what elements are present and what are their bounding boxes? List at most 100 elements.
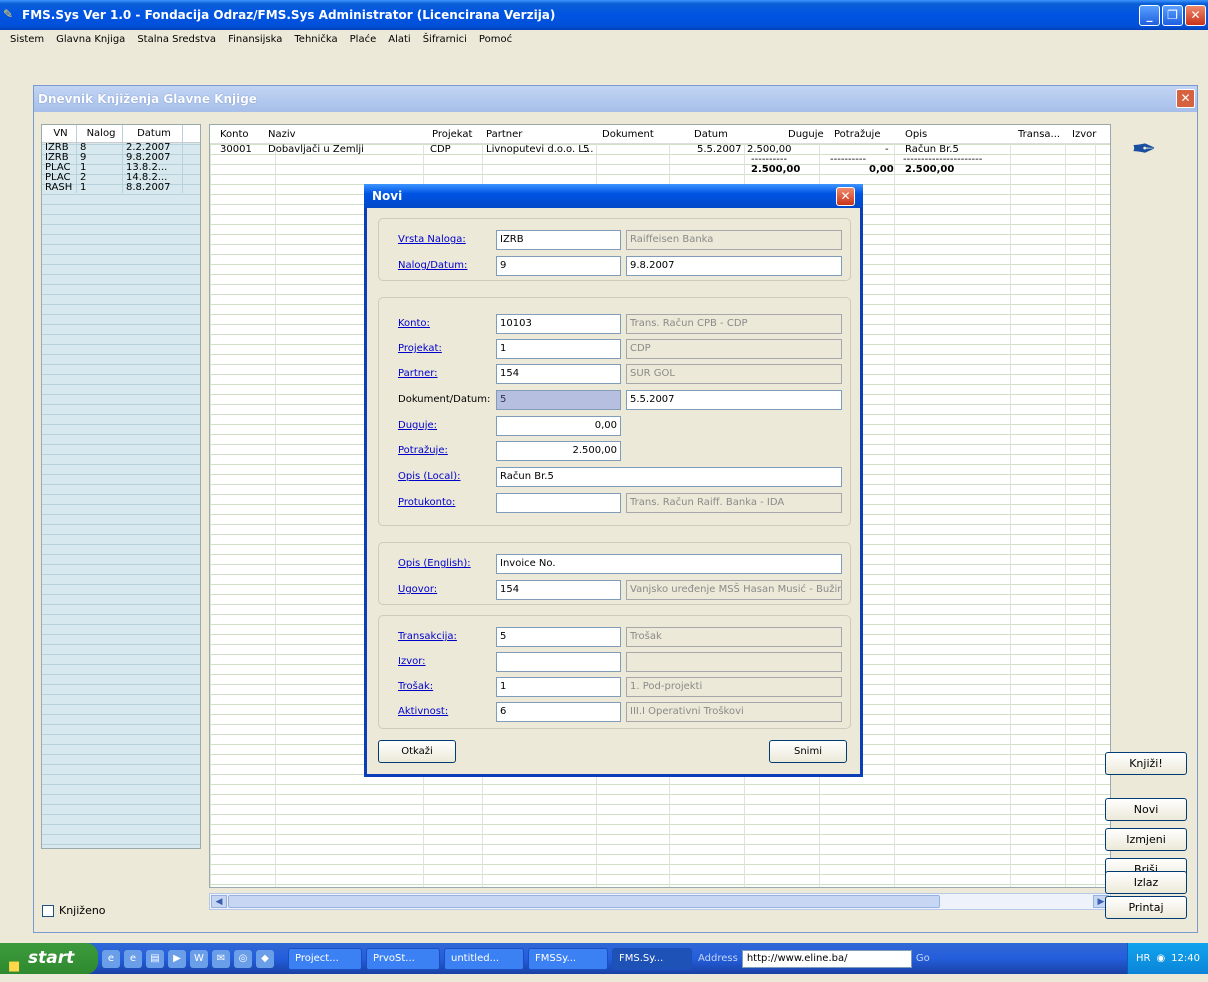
ugovor-input[interactable]: 154 [496, 580, 621, 600]
menu-sifrarnici[interactable]: Šifrarnici [417, 30, 473, 50]
horizontal-scrollbar[interactable]: ◀ ▶ [209, 893, 1111, 910]
label-ugovor[interactable]: Ugovor: [398, 583, 437, 597]
menu-pomoc[interactable]: Pomoć [473, 30, 518, 50]
col-opis[interactable]: Opis [905, 125, 927, 144]
label-partner[interactable]: Partner: [398, 367, 438, 381]
label-projekat[interactable]: Projekat: [398, 342, 442, 356]
close-button[interactable]: ✕ [1185, 5, 1206, 26]
task-untitled[interactable]: untitled... [444, 947, 524, 970]
order-list-header: VN Nalog Datum [42, 125, 200, 143]
vrsta-naloga-input[interactable]: IZRB [496, 230, 621, 250]
dokument-input[interactable]: 5 [496, 390, 621, 410]
knjizeno-checkbox-wrap[interactable]: Knjiženo [42, 904, 106, 917]
col-izvor[interactable]: Izvor [1072, 125, 1096, 144]
media-icon[interactable]: ▶ [168, 949, 186, 968]
knjizi-button[interactable]: Knjiži! [1105, 752, 1187, 775]
menu-alati[interactable]: Alati [382, 30, 416, 50]
col-nalog[interactable]: Nalog [77, 125, 123, 142]
order-row[interactable]: PLAC 2 14.8.2... [42, 173, 200, 183]
dokument-datum-input[interactable]: 5.5.2007 [626, 390, 842, 410]
konto-input[interactable]: 10103 [496, 314, 621, 334]
izvor-input[interactable] [496, 652, 621, 672]
opis-english-input[interactable]: Invoice No. [496, 554, 842, 574]
label-opis-english[interactable]: Opis (English): [398, 557, 471, 571]
language-indicator[interactable]: HR [1136, 953, 1150, 964]
label-transakcija[interactable]: Transakcija: [398, 630, 457, 644]
otkazi-button[interactable]: Otkaži [378, 740, 456, 763]
folder-icon[interactable]: ▤ [146, 949, 164, 968]
opis-local-input[interactable]: Račun Br.5 [496, 467, 842, 487]
protukonto-input[interactable] [496, 493, 621, 513]
label-vrsta-naloga[interactable]: Vrsta Naloga: [398, 233, 466, 247]
minimize-button[interactable]: _ [1139, 5, 1160, 26]
novi-button[interactable]: Novi [1105, 798, 1187, 821]
start-button[interactable]: ■ start [0, 943, 98, 974]
label-aktivnost[interactable]: Aktivnost: [398, 705, 448, 719]
order-row[interactable]: RASH 1 8.8.2007 [42, 183, 200, 193]
knjizeno-checkbox[interactable] [42, 904, 54, 917]
col-partner[interactable]: Partner [486, 125, 522, 144]
col-transakcija[interactable]: Transa... [1018, 125, 1060, 144]
restore-button[interactable]: ❐ [1162, 5, 1183, 26]
task-fmssy[interactable]: FMSSy... [528, 947, 608, 970]
label-trosak[interactable]: Trošak: [398, 680, 433, 694]
col-datum[interactable]: Datum [123, 125, 183, 142]
col-naziv[interactable]: Naziv [268, 125, 296, 144]
izmjeni-button[interactable]: Izmjeni [1105, 828, 1187, 851]
protukonto-desc: Trans. Račun Raiff. Banka - IDA [626, 493, 842, 513]
transakcija-input[interactable]: 5 [496, 627, 621, 647]
office-icon[interactable]: ◎ [234, 949, 252, 968]
label-potrazuje[interactable]: Potražuje: [398, 444, 448, 458]
menu-place[interactable]: Plaće [344, 30, 383, 50]
nalog-datum-input[interactable]: 9.8.2007 [626, 256, 842, 276]
order-row[interactable]: PLAC 1 13.8.2... [42, 163, 200, 173]
order-row[interactable]: IZRB 8 2.2.2007 [42, 143, 200, 153]
menu-glavna-knjiga[interactable]: Glavna Knjiga [50, 30, 131, 50]
izlaz-button[interactable]: Izlaz [1105, 871, 1187, 894]
group-troskovi: Transakcija: 5 Trošak Izvor: Trošak: 1 1… [378, 615, 851, 729]
task-project[interactable]: Project... [288, 947, 362, 970]
task-fms-sy[interactable]: FMS.Sy... [612, 947, 692, 970]
projekat-input[interactable]: 1 [496, 339, 621, 359]
snimi-button[interactable]: Snimi [769, 740, 847, 763]
col-vn[interactable]: VN [42, 125, 77, 142]
col-dokument[interactable]: Dokument [602, 125, 654, 144]
nalog-input[interactable]: 9 [496, 256, 621, 276]
partner-input[interactable]: 154 [496, 364, 621, 384]
label-protukonto[interactable]: Protukonto: [398, 496, 455, 510]
go-button[interactable]: Go [916, 953, 930, 964]
col-datum[interactable]: Datum [694, 125, 728, 144]
journal-close-button[interactable]: ✕ [1176, 89, 1195, 108]
col-duguje[interactable]: Duguje [788, 125, 824, 144]
menu-finansijska[interactable]: Finansijska [222, 30, 288, 50]
printaj-button[interactable]: Printaj [1105, 896, 1187, 919]
app-icon[interactable]: ◆ [256, 949, 274, 968]
col-konto[interactable]: Konto [220, 125, 249, 144]
ie-icon[interactable]: e [102, 949, 120, 968]
duguje-input[interactable]: 0,00 [496, 416, 621, 436]
label-duguje[interactable]: Duguje: [398, 419, 437, 433]
col-potrazuje[interactable]: Potražuje [834, 125, 880, 144]
menu-sistem[interactable]: Sistem [4, 30, 50, 50]
address-input[interactable]: http://www.eline.ba/ [741, 949, 912, 968]
label-izvor[interactable]: Izvor: [398, 655, 426, 669]
word-icon[interactable]: W [190, 949, 208, 968]
menu-stalna-sredstva[interactable]: Stalna Sredstva [131, 30, 222, 50]
menu-tehnicka[interactable]: Tehnička [288, 30, 343, 50]
scroll-left-icon[interactable]: ◀ [211, 895, 227, 908]
tray-icon[interactable]: ◉ [1156, 953, 1165, 964]
label-opis-local[interactable]: Opis (Local): [398, 470, 460, 484]
order-list-grid[interactable]: VN Nalog Datum IZRB 8 2.2.2007 IZRB 9 9.8.20… [41, 124, 201, 849]
outlook-icon[interactable]: ✉ [212, 949, 230, 968]
label-nalog-datum[interactable]: Nalog/Datum: [398, 259, 467, 273]
order-row[interactable]: IZRB 9 9.8.2007 [42, 153, 200, 163]
col-projekat[interactable]: Projekat [432, 125, 472, 144]
label-konto[interactable]: Konto: [398, 317, 430, 331]
scroll-thumb[interactable] [228, 895, 940, 908]
dialog-close-button[interactable]: ✕ [836, 187, 855, 206]
browser-icon[interactable]: e [124, 949, 142, 968]
potrazuje-input[interactable]: 2.500,00 [496, 441, 621, 461]
trosak-input[interactable]: 1 [496, 677, 621, 697]
task-prvost[interactable]: PrvoSt... [366, 947, 440, 970]
aktivnost-input[interactable]: 6 [496, 702, 621, 722]
